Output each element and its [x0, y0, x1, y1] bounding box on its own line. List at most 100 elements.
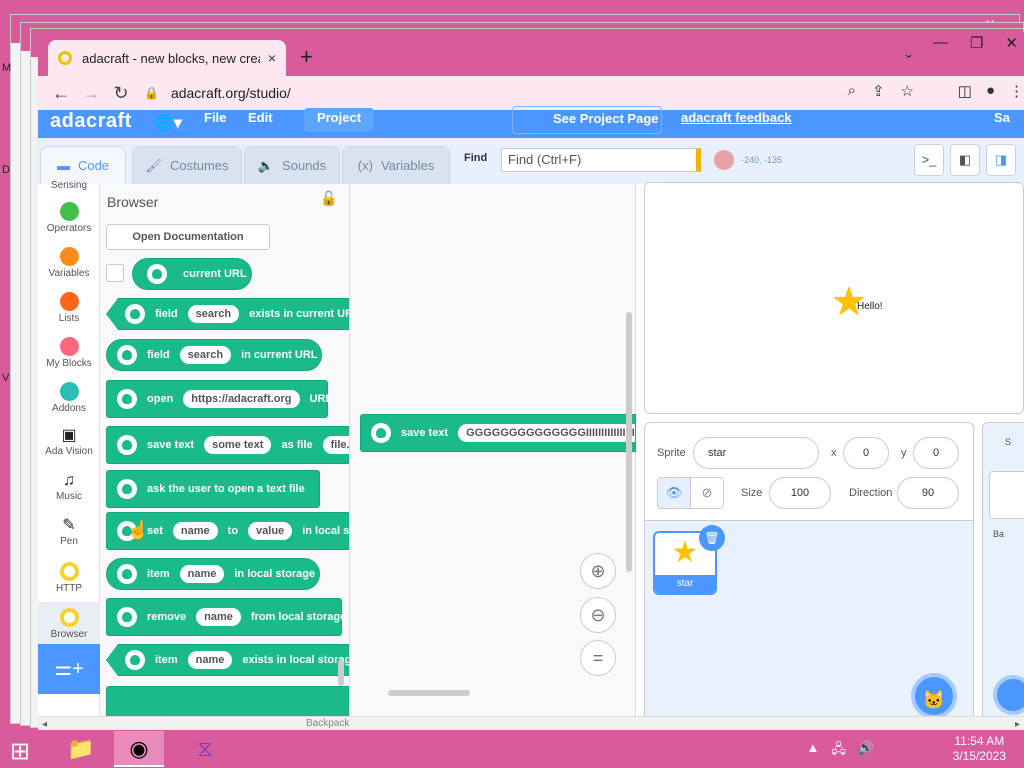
taskbar-clock[interactable]: 11:54 AM 3/15/2023 [953, 734, 1006, 764]
visual-studio-icon[interactable]: ⧖ [180, 731, 230, 767]
windows-start-icon[interactable]: ⊞ [10, 737, 30, 766]
block-current-url[interactable]: current URL [132, 258, 252, 290]
forward-icon[interactable]: → [76, 83, 106, 104]
block-remove-local-storage[interactable]: remove name from local storage [106, 598, 346, 636]
category-my-blocks[interactable]: My Blocks [38, 337, 100, 369]
direction-field[interactable]: 90 [897, 477, 959, 509]
open-documentation-button[interactable]: Open Documentation [106, 224, 270, 250]
show-sprite-eye-icon[interactable]: 👁 [657, 477, 691, 509]
category-pen[interactable]: ✎ Pen [38, 516, 100, 547]
block-input[interactable]: name [172, 522, 218, 540]
block-input[interactable]: value [248, 522, 293, 540]
zoom-icon[interactable]: ⌕ [848, 82, 856, 100]
share-icon[interactable]: ⇪ [872, 82, 885, 100]
block-input[interactable]: file.txt [322, 436, 349, 454]
feedback-link[interactable]: adacraft feedback [681, 110, 792, 125]
tray-chevron-icon[interactable]: ▲ [806, 740, 819, 762]
small-stage-icon[interactable]: ◧ [950, 144, 980, 176]
y-field[interactable]: 0 [913, 437, 959, 469]
category-ada-vision[interactable]: ▣ Ada Vision [38, 426, 100, 457]
browser-tab[interactable]: adacraft - new blocks, new creati × [48, 40, 286, 76]
category-browser[interactable]: Browser [38, 602, 100, 644]
tab-costumes[interactable]: 🖌 Costumes [132, 146, 242, 184]
block-field-exists[interactable]: field search exists in current URL [106, 298, 349, 330]
block-input[interactable]: GGGGGGGGGGGGGGIIIIIIIIIIIIIIIIIIIIIIIII [458, 424, 635, 442]
menu-file[interactable]: File [204, 110, 226, 125]
stage-thumbnail[interactable] [989, 471, 1024, 519]
block-item-local-storage[interactable]: item name in local storage [106, 558, 320, 590]
block-input[interactable]: search [187, 305, 240, 323]
block-input[interactable]: name [196, 608, 241, 626]
terminal-icon[interactable]: >_ [914, 144, 944, 176]
tab-search-icon[interactable]: ⌄ [903, 46, 914, 62]
reload-icon[interactable]: ↻ [106, 83, 136, 104]
menu-edit[interactable]: Edit [248, 110, 273, 125]
tab-code[interactable]: ▬ Code [40, 146, 126, 184]
script-workspace[interactable]: save text GGGGGGGGGGGGGGIIIIIIIIIIIIIIII… [350, 184, 636, 732]
zoom-reset-button[interactable]: = [580, 640, 616, 676]
category-music[interactable]: ♫ Music [38, 471, 100, 502]
menu-icon[interactable]: ⋮ [1009, 82, 1024, 100]
block-input[interactable]: some text [204, 436, 272, 454]
add-extension-button[interactable]: ⚌+ [38, 644, 100, 694]
see-project-page-button[interactable]: See Project Page [512, 106, 662, 134]
palette-scrollbar[interactable] [338, 660, 344, 686]
block-input[interactable]: https://adacraft.org [183, 390, 300, 408]
close-button[interactable]: ✕ [1005, 34, 1018, 52]
add-backdrop-icon[interactable] [993, 675, 1024, 715]
scroll-right-icon[interactable]: ▸ [1015, 719, 1020, 730]
block-open-url[interactable]: open https://adacraft.org URL [106, 380, 332, 418]
find-input[interactable]: Find (Ctrl+F) [501, 148, 701, 172]
language-globe-icon[interactable]: 🌐▾ [154, 113, 182, 133]
block-field-in-url[interactable]: field search in current URL [106, 339, 322, 371]
backpack-label[interactable]: Backpack [306, 718, 349, 729]
delete-sprite-icon[interactable]: 🗑 [699, 525, 725, 551]
sprite-name-field[interactable]: star [693, 437, 819, 469]
category-http[interactable]: HTTP [38, 562, 100, 594]
category-sensing[interactable]: Sensing [38, 180, 100, 191]
sidepanel-icon[interactable]: ◫ [958, 82, 972, 100]
tab-sounds[interactable]: 🔈 Sounds [244, 146, 340, 184]
block-item-exists[interactable]: item name exists in local storage [106, 644, 349, 676]
stage-canvas[interactable]: ★ Hello! [644, 182, 1024, 414]
scroll-left-icon[interactable]: ◂ [42, 719, 47, 730]
block-ask-open-file[interactable]: ask the user to open a text file [106, 470, 320, 508]
tab-variables[interactable]: (x) Variables [342, 146, 450, 184]
block-input[interactable]: name [179, 565, 225, 583]
tab-close-icon[interactable]: × [268, 50, 276, 66]
workspace-save-text-block[interactable]: save text GGGGGGGGGGGGGGIIIIIIIIIIIIIIII… [360, 414, 636, 452]
bookmark-star-icon[interactable]: ☆ [901, 82, 914, 100]
url-field[interactable]: 🔒 adacraft.org/studio/ [144, 79, 894, 107]
network-icon[interactable]: 🖧 [831, 740, 846, 762]
x-field[interactable]: 0 [843, 437, 889, 469]
maximize-button[interactable]: ❐ [970, 34, 983, 52]
chrome-icon[interactable]: ◉ [114, 731, 164, 767]
current-url-checkbox[interactable] [106, 264, 124, 282]
minimize-button[interactable]: — [933, 34, 948, 52]
add-sprite-cat-icon[interactable]: 🐱 [911, 673, 957, 719]
category-addons[interactable]: Addons [38, 382, 100, 414]
menu-project[interactable]: Project [304, 108, 374, 132]
size-field[interactable]: 100 [769, 477, 831, 509]
adacraft-logo[interactable]: adacraft [50, 110, 132, 133]
menu-save[interactable]: Sa [994, 110, 1010, 125]
category-lists[interactable]: Lists [38, 292, 100, 324]
category-variables[interactable]: Variables [38, 247, 100, 279]
back-icon[interactable]: ← [46, 83, 76, 104]
lock-icon[interactable]: 🔓 [320, 190, 337, 207]
new-tab-button[interactable]: + [300, 44, 313, 70]
large-stage-icon[interactable]: ◨ [986, 144, 1016, 176]
stop-icon[interactable] [714, 150, 734, 170]
workspace-vertical-scrollbar[interactable] [626, 312, 632, 572]
category-operators[interactable]: Operators [38, 202, 100, 234]
volume-icon[interactable]: 🔊 [858, 740, 874, 762]
hide-sprite-icon[interactable]: ⊘ [690, 477, 724, 509]
zoom-out-button[interactable]: ⊖ [580, 597, 616, 633]
profile-avatar-icon[interactable]: ● [986, 82, 995, 100]
file-explorer-icon[interactable]: 📁 [56, 731, 106, 767]
block-save-text[interactable]: save text some text as file file.txt [106, 426, 349, 464]
zoom-in-button[interactable]: ⊕ [580, 553, 616, 589]
workspace-horizontal-scrollbar[interactable] [388, 690, 470, 696]
block-input[interactable]: search [179, 346, 232, 364]
block-input[interactable]: name [187, 651, 233, 669]
